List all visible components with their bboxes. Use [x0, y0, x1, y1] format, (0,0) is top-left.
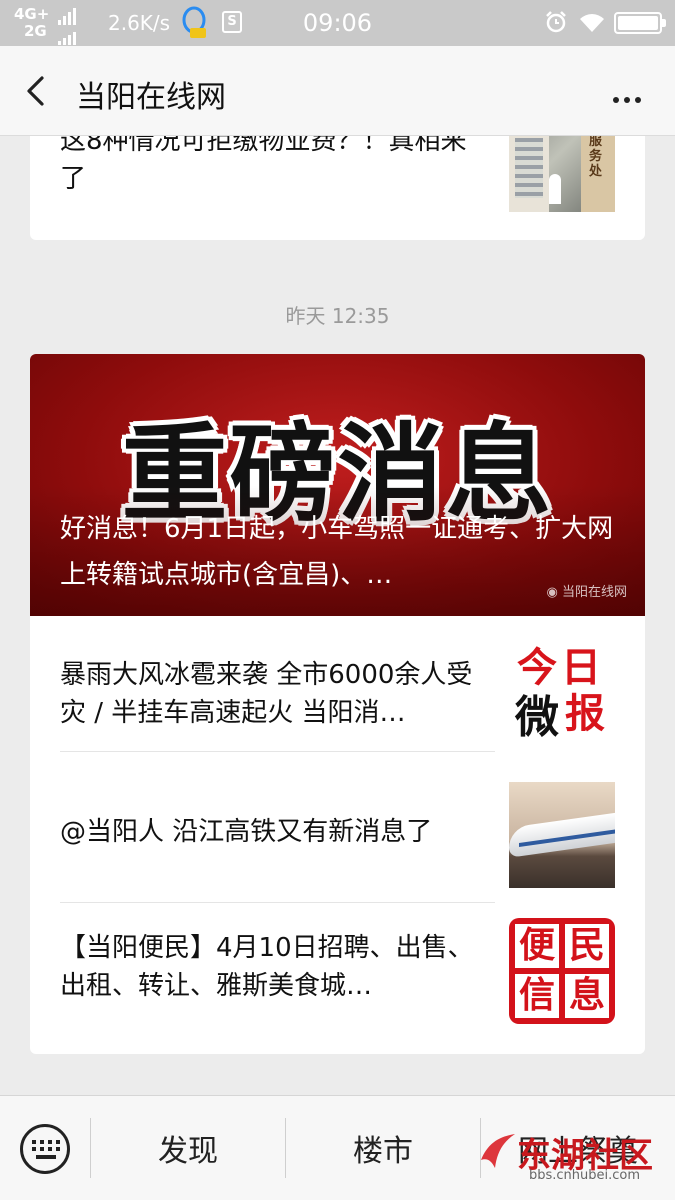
hero-article[interactable]: 重磅消息 好消息！6月1日起，小车驾照一证通考、扩大网上转籍试点城市(含宜昌)、… — [30, 354, 645, 616]
hero-watermark-text: 当阳在线网 — [561, 585, 627, 600]
article-thumbnail[interactable]: 服务处 — [509, 128, 615, 212]
article-group-card: 重磅消息 好消息！6月1日起，小车驾照一证通考、扩大网上转籍试点城市(含宜昌)、… — [30, 354, 645, 1054]
article-title[interactable]: @当阳人 沿江高铁又有新消息了 — [60, 813, 490, 851]
watermark-url: bbs.cnhubei.com — [529, 1168, 641, 1183]
thumb-char: 息 — [565, 974, 609, 1018]
more-dots-icon[interactable] — [608, 88, 641, 107]
list-item[interactable]: 【当阳便民】4月10日招聘、出售、出租、转让、雅斯美食城… 便 民 信 息 — [30, 903, 645, 1039]
status-bar: 4G+ 2G 2.6K/s S 09:06 — [0, 0, 675, 46]
thumb-char: 信 — [515, 974, 559, 1018]
nav-bar: 当阳在线网 — [0, 46, 675, 136]
menu-item-property[interactable]: 楼市 — [286, 1126, 480, 1170]
hero-watermark: ◉ 当阳在线网 — [547, 581, 628, 600]
list-item[interactable]: @当阳人 沿江高铁又有新消息了 — [30, 767, 645, 903]
page-title: 当阳在线网 — [76, 80, 226, 115]
list-item[interactable]: 暴雨大风冰雹来袭 全市6000余人受灾 / 半挂车高速起火 当阳消… 今 日 微… — [30, 616, 645, 752]
thumb-char: 民 — [565, 924, 609, 968]
bottom-menu: 发现 楼市 网上祭奠 东湖社区 bbs.cnhubei.com — [0, 1095, 675, 1200]
thumb-char: 报 — [565, 691, 605, 737]
alarm-icon — [546, 11, 566, 33]
chevron-left-icon[interactable] — [22, 74, 52, 108]
hero-article-title[interactable]: 好消息！6月1日起，小车驾照一证通考、扩大网上转籍试点城市(含宜昌)、… — [60, 506, 620, 598]
thumb-char: 便 — [515, 924, 559, 968]
watermark-swoosh-icon — [481, 1134, 515, 1168]
message-list: 这8种情况可拒缴物业费？！真相来了 服务处 昨天 12:35 重磅消息 好消息！… — [0, 0, 675, 1200]
train-thumbnail[interactable] — [509, 782, 615, 888]
article-thumbnail[interactable]: 今 日 微 报 — [509, 631, 615, 737]
wechat-icon: ◉ — [546, 585, 562, 600]
battery-icon — [614, 12, 666, 34]
thumb-sign-text: 服务处 — [589, 134, 603, 179]
message-timestamp: 昨天 12:35 — [285, 304, 390, 328]
article-title[interactable]: 暴雨大风冰雹来袭 全市6000余人受灾 / 半挂车高速起火 当阳消… — [60, 656, 490, 732]
menu-item-discover[interactable]: 发现 — [91, 1126, 285, 1170]
article-title[interactable]: 【当阳便民】4月10日招聘、出售、出租、转让、雅斯美食城… — [60, 929, 490, 1005]
divider — [60, 751, 495, 752]
site-watermark: 东湖社区 bbs.cnhubei.com — [477, 1126, 667, 1186]
article-thumbnail[interactable]: 便 民 信 息 — [509, 918, 615, 1024]
clock: 09:06 — [302, 9, 373, 37]
thumb-char: 微 — [515, 692, 559, 737]
wifi-icon — [580, 14, 604, 32]
keyboard-icon[interactable] — [20, 1124, 70, 1174]
